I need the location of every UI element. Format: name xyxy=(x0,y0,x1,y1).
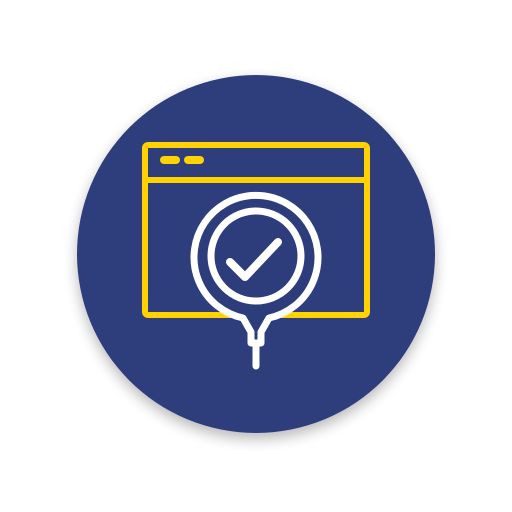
website-verified-pin-icon xyxy=(77,75,435,433)
icon-stage xyxy=(0,0,512,512)
